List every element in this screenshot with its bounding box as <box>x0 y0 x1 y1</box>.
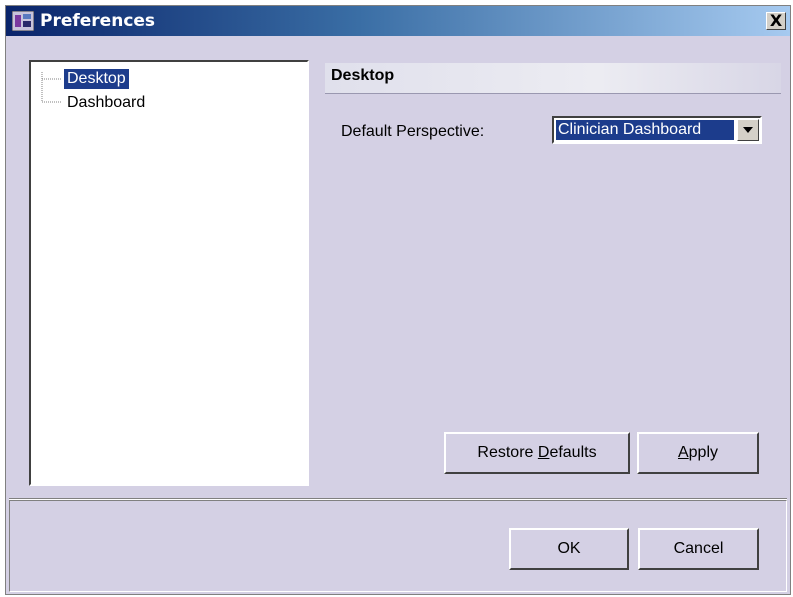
panel-title: Desktop <box>331 67 395 84</box>
restore-defaults-label-end: efaults <box>549 444 597 461</box>
restore-defaults-mnemonic: D <box>537 444 550 461</box>
dropdown-arrow-icon[interactable] <box>737 119 759 141</box>
preferences-tree[interactable]: Desktop Dashboard <box>29 60 309 486</box>
cancel-button[interactable]: Cancel <box>638 528 759 570</box>
window-title: Preferences <box>40 11 156 31</box>
app-icon <box>12 11 34 31</box>
dialog-button-area: OK Cancel <box>9 500 787 592</box>
tree-item-desktop[interactable]: Desktop <box>64 69 129 89</box>
close-button[interactable]: X <box>766 12 786 30</box>
title-bar[interactable]: Preferences X <box>6 6 790 36</box>
restore-defaults-label-start: Restore <box>477 444 538 461</box>
default-perspective-value: Clinician Dashboard <box>556 120 734 140</box>
preferences-window: Preferences X Desktop Dashboard Desktop … <box>5 5 791 595</box>
panel-header: Desktop <box>325 63 781 94</box>
ok-button[interactable]: OK <box>509 528 629 570</box>
default-perspective-combo[interactable]: Clinician Dashboard <box>552 116 762 144</box>
tree-item-dashboard[interactable]: Dashboard <box>64 93 148 113</box>
apply-button[interactable]: Apply <box>637 432 759 474</box>
restore-defaults-button[interactable]: Restore Defaults <box>444 432 630 474</box>
apply-mnemonic: A <box>677 444 689 461</box>
apply-label-end: pply <box>688 444 719 461</box>
default-perspective-label: Default Perspective: <box>341 123 485 140</box>
